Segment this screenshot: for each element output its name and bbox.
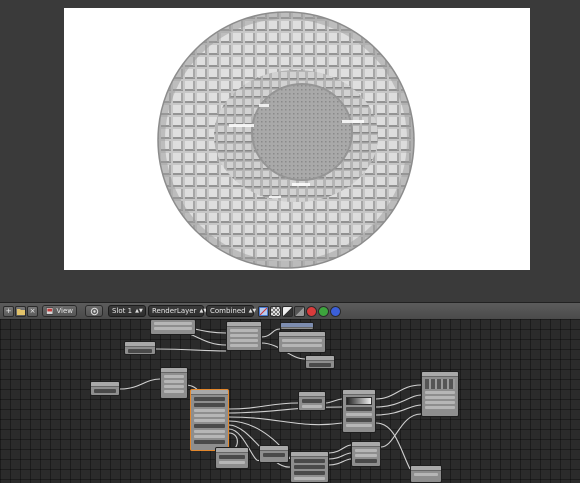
render-layer-dropdown[interactable]: RenderLayer ▲▼ [148,305,207,317]
blue-channel-icon[interactable] [330,305,341,317]
slot-label: Slot 1 [112,307,133,315]
image-editor-header: + × View Slot 1 ▲▼ RenderLayer ▲▼ Combin… [0,302,580,320]
node-viewer[interactable] [280,322,314,330]
node-color-ramp[interactable] [342,389,376,433]
node-render-layers-small[interactable] [150,319,196,335]
node-value[interactable] [124,341,156,355]
red-channel-icon[interactable] [306,305,317,317]
image-editor-icon [46,307,54,315]
cube-sphere-render [157,11,415,269]
node-mix[interactable] [226,321,262,351]
green-channel-icon[interactable] [318,305,329,317]
render-layer-label: RenderLayer [152,307,197,315]
node-filter[interactable] [298,391,326,411]
alpha-only-button[interactable] [294,305,305,317]
close-icon[interactable]: × [27,305,38,317]
folder-icon[interactable] [15,305,26,317]
view-menu-button[interactable]: View [42,305,77,317]
updown-arrows-icon: ▲▼ [135,308,143,314]
node-editor-area[interactable] [0,319,580,483]
node-separate-rgb[interactable] [351,441,381,467]
node-output-file[interactable] [421,371,459,417]
z-buffer-icon[interactable] [282,305,293,317]
node-input-value[interactable] [90,381,120,396]
pin-icon [90,307,98,315]
draw-image-button[interactable] [258,305,269,317]
pass-label: Combined [210,307,246,315]
slot-dropdown[interactable]: Slot 1 ▲▼ [108,305,146,317]
updown-arrows-icon: ▲▼ [248,308,257,314]
pin-button[interactable] [85,305,103,317]
node-group-output[interactable] [410,465,442,483]
node-blur[interactable] [259,445,289,463]
node-composite[interactable] [278,331,326,353]
plus-icon[interactable]: + [3,305,14,317]
node-math[interactable] [160,367,188,399]
node-output-small[interactable] [305,355,335,369]
image-editor-area [0,0,580,302]
node-render-layers-active[interactable] [190,389,229,451]
node-hue-saturation[interactable] [290,451,329,483]
node-alpha-over[interactable] [215,447,249,469]
pass-dropdown[interactable]: Combined ▲▼ [206,305,257,317]
view-label: View [56,307,73,315]
alpha-checker-icon[interactable] [270,305,281,317]
render-result-image[interactable] [64,8,530,270]
